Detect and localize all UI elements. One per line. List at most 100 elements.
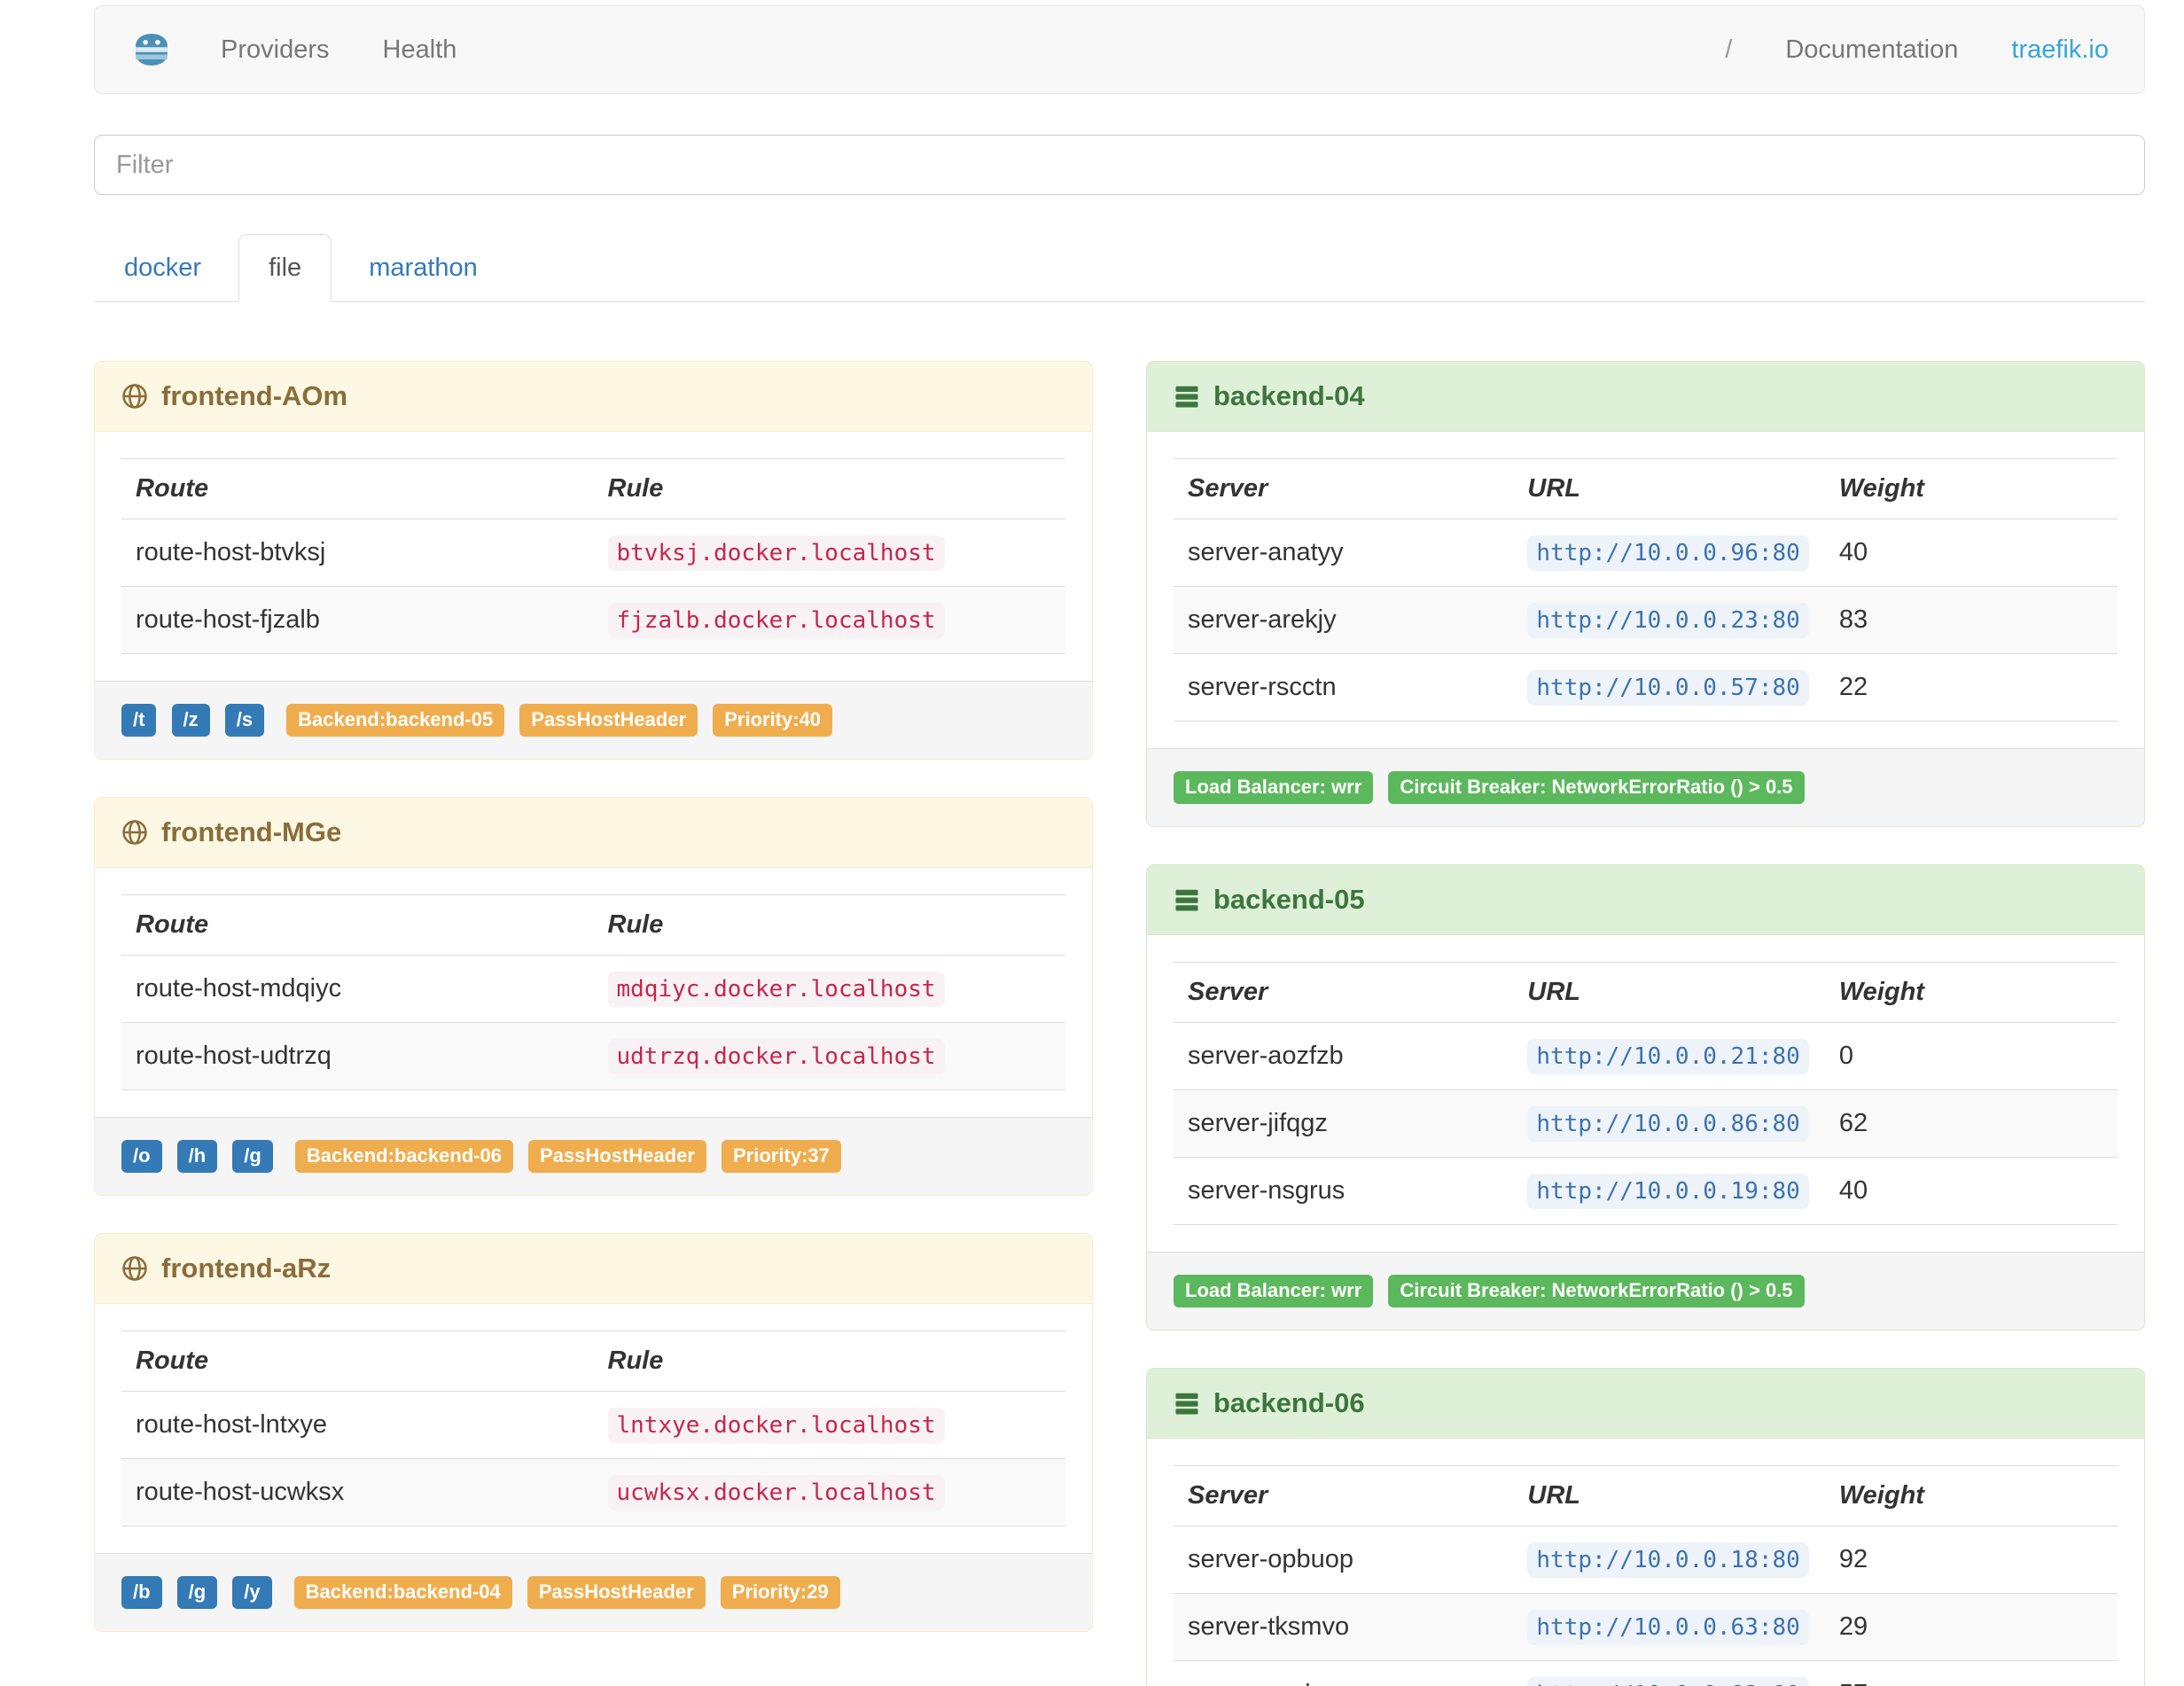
backend-panel-footer: Load Balancer: wrr Circuit Breaker: Netw… bbox=[1147, 748, 2144, 826]
server-row: server-tksmvo http://10.0.0.63:80 29 bbox=[1174, 1593, 2118, 1661]
server-row: server-updqmo http://10.0.0.83:80 57 bbox=[1174, 1660, 2118, 1686]
tab-marathon[interactable]: marathon bbox=[339, 234, 508, 302]
navbar: Providers Health / Documentation traefik… bbox=[94, 5, 2145, 94]
route-row: route-host-mdqiyc mdqiyc.docker.localhos… bbox=[121, 956, 1065, 1023]
server-name: server-rscctn bbox=[1174, 653, 1514, 722]
entrypoint-badge: /g bbox=[176, 1576, 218, 1609]
server-name: server-tksmvo bbox=[1174, 1593, 1514, 1661]
frontend-panel-footer: /b /g /y Backend:backend-04 PassHostHead… bbox=[95, 1553, 1092, 1631]
backend-panel-heading: backend-05 bbox=[1147, 865, 2144, 935]
navbar-left: Providers Health bbox=[104, 30, 483, 69]
url-column-header: URL bbox=[1513, 962, 1825, 1023]
servers-table: Server URL Weight server-anatyy http://1… bbox=[1174, 458, 2118, 722]
backend-panel-footer: Load Balancer: wrr Circuit Breaker: Netw… bbox=[1147, 1252, 2144, 1330]
frontend-panel-body: Route Rule route-host-btvksj btvksj.dock… bbox=[95, 432, 1092, 681]
weight-value: 92 bbox=[1838, 1545, 1868, 1573]
servers-table: Server URL Weight server-aozfzb http://1… bbox=[1174, 962, 2118, 1225]
provider-tabs: docker file marathon bbox=[94, 234, 2145, 302]
url-cell: http://10.0.0.19:80 bbox=[1513, 1157, 1825, 1225]
filter-input[interactable] bbox=[94, 135, 2145, 195]
tab-docker[interactable]: docker bbox=[94, 234, 231, 302]
frontend-panel-heading: frontend-AOm bbox=[95, 362, 1092, 432]
route-name: route-host-mdqiyc bbox=[136, 974, 342, 1003]
server-icon bbox=[1174, 886, 1200, 913]
route-column-header: Route bbox=[121, 894, 594, 956]
rule-code: udtrzq.docker.localhost bbox=[607, 1039, 945, 1074]
server-row: server-rscctn http://10.0.0.57:80 22 bbox=[1174, 653, 2118, 722]
rule-cell: mdqiyc.docker.localhost bbox=[594, 956, 1066, 1023]
url-code: http://10.0.0.86:80 bbox=[1527, 1106, 1809, 1142]
nav-health[interactable]: Health bbox=[356, 35, 484, 65]
weight-value: 40 bbox=[1824, 1157, 2118, 1225]
url-column-header: URL bbox=[1513, 1465, 1825, 1526]
passhostheader-badge: PassHostHeader bbox=[526, 1576, 706, 1609]
backend-panel: backend-04 Server URL Weight server-anat… bbox=[1146, 361, 2145, 827]
routes-table: Route Rule route-host-lntxye lntxye.dock… bbox=[121, 1331, 1065, 1526]
traefik-logo[interactable] bbox=[104, 30, 194, 69]
backend-panel-body: Server URL Weight server-aozfzb http://1… bbox=[1147, 935, 2144, 1252]
routes-table: Route Rule route-host-btvksj btvksj.dock… bbox=[121, 458, 1065, 654]
server-row: server-anatyy http://10.0.0.96:80 40 bbox=[1174, 519, 2118, 587]
nav-documentation[interactable]: Documentation bbox=[1759, 35, 1985, 65]
backend-badge: Backend:backend-06 bbox=[294, 1140, 513, 1173]
server-icon bbox=[1174, 1390, 1200, 1417]
table-header-row: Server URL Weight bbox=[1174, 458, 2118, 519]
backend-panel: backend-05 Server URL Weight server-aozf… bbox=[1146, 864, 2145, 1331]
circuit-breaker-badge: Circuit Breaker: NetworkErrorRatio () > … bbox=[1388, 771, 1805, 804]
tab-file[interactable]: file bbox=[238, 234, 332, 302]
entrypoint-badge: /y bbox=[232, 1576, 272, 1609]
rule-cell: fjzalb.docker.localhost bbox=[593, 586, 1065, 654]
route-name: route-host-lntxye bbox=[136, 1410, 327, 1439]
url-cell: http://10.0.0.18:80 bbox=[1513, 1526, 1824, 1594]
rule-code: ucwksx.docker.localhost bbox=[607, 1475, 945, 1510]
weight-value: 40 bbox=[1838, 538, 1868, 566]
load-balancer-badge: Load Balancer: wrr bbox=[1174, 771, 1374, 804]
route-row: route-host-udtrzq udtrzq.docker.localhos… bbox=[121, 1022, 1065, 1090]
url-code: http://10.0.0.18:80 bbox=[1527, 1542, 1809, 1578]
weight-column-header: Weight bbox=[1824, 962, 2118, 1023]
rule-column-header: Rule bbox=[593, 1331, 1065, 1392]
globe-icon bbox=[121, 383, 148, 410]
nav-traefik-io[interactable]: traefik.io bbox=[1985, 35, 2135, 65]
frontend-panel: frontend-AOm Route Rule route-host-btvks… bbox=[94, 361, 1093, 760]
backend-panel-heading: backend-04 bbox=[1147, 362, 2144, 432]
route-row: route-host-fjzalb fjzalb.docker.localhos… bbox=[121, 586, 1065, 654]
server-name: server-opbuop bbox=[1188, 1545, 1353, 1573]
frontend-panel: frontend-MGe Route Rule route-host-mdqiy… bbox=[94, 797, 1093, 1196]
route-row: route-host-ucwksx ucwksx.docker.localhos… bbox=[121, 1458, 1065, 1526]
server-row: server-nsgrus http://10.0.0.19:80 40 bbox=[1174, 1157, 2118, 1225]
table-header-row: Server URL Weight bbox=[1174, 1465, 2118, 1526]
frontend-panel-title: frontend-aRz bbox=[161, 1253, 332, 1284]
frontend-panel-heading: frontend-aRz bbox=[95, 1234, 1092, 1304]
server-column-header: Server bbox=[1174, 962, 1514, 1023]
frontend-panel-title: frontend-MGe bbox=[161, 816, 342, 847]
nav-providers[interactable]: Providers bbox=[194, 35, 356, 65]
servers-table: Server URL Weight server-opbuop http://1… bbox=[1174, 1465, 2118, 1686]
weight-value: 83 bbox=[1824, 586, 2118, 654]
weight-value: 57 bbox=[1824, 1660, 2118, 1686]
rule-code: btvksj.docker.localhost bbox=[607, 535, 945, 571]
entrypoint-badge: /t bbox=[121, 704, 157, 737]
table-header-row: Route Rule bbox=[121, 1331, 1065, 1392]
passhostheader-badge: PassHostHeader bbox=[519, 704, 698, 737]
route-name: route-host-udtrzq bbox=[121, 1022, 594, 1090]
server-row: server-arekjy http://10.0.0.23:80 83 bbox=[1174, 586, 2118, 654]
rule-code: fjzalb.docker.localhost bbox=[607, 603, 945, 638]
rule-code: lntxye.docker.localhost bbox=[607, 1408, 945, 1443]
entrypoint-badge: /o bbox=[121, 1140, 162, 1173]
priority-badge: Priority:29 bbox=[720, 1576, 840, 1609]
url-cell: http://10.0.0.21:80 bbox=[1513, 1023, 1824, 1090]
routes-table: Route Rule route-host-mdqiyc mdqiyc.dock… bbox=[121, 894, 1065, 1090]
weight-value: 29 bbox=[1824, 1593, 2118, 1661]
url-code: http://10.0.0.96:80 bbox=[1527, 535, 1809, 571]
backend-panel-heading: backend-06 bbox=[1147, 1369, 2144, 1439]
globe-icon bbox=[121, 1255, 148, 1282]
server-name: server-aozfzb bbox=[1188, 1042, 1344, 1070]
entrypoint-badge: /h bbox=[176, 1140, 218, 1173]
route-name: route-host-fjzalb bbox=[121, 586, 594, 654]
weight-value: 0 bbox=[1838, 1042, 1853, 1070]
page: Providers Health / Documentation traefik… bbox=[94, 5, 2145, 1686]
rule-column-header: Rule bbox=[593, 458, 1065, 519]
entrypoint-badge: /b bbox=[121, 1576, 162, 1609]
backend-panel: backend-06 Server URL Weight server-opbu… bbox=[1146, 1368, 2145, 1686]
